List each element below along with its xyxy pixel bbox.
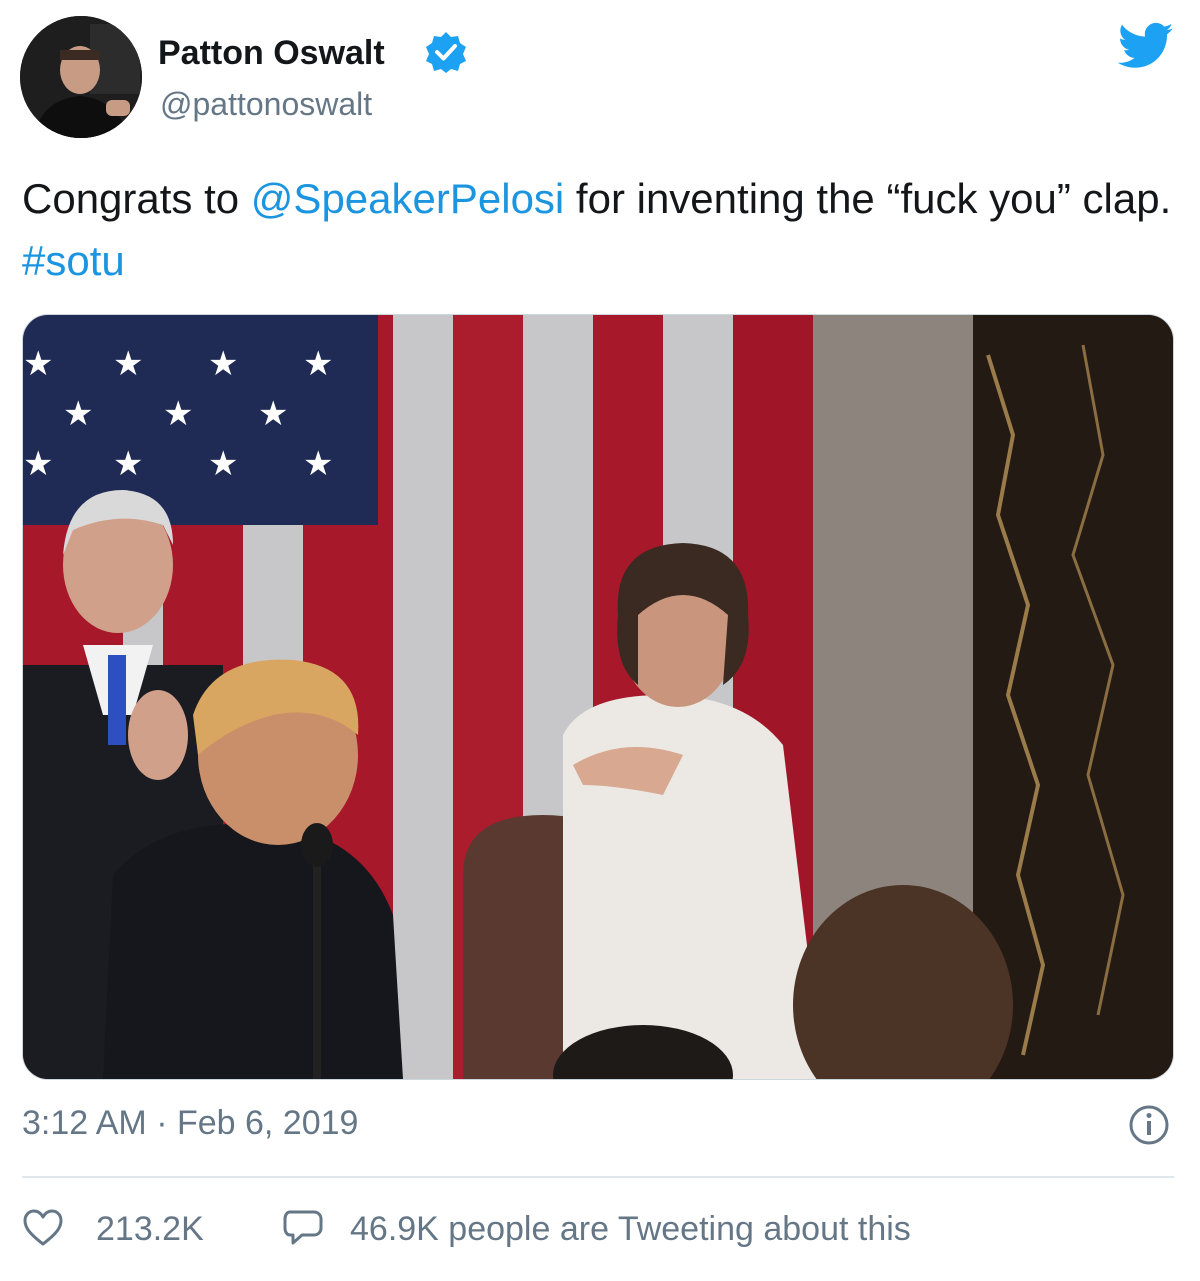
mention-link[interactable]: @SpeakerPelosi bbox=[251, 175, 564, 222]
svg-text:★: ★ bbox=[63, 394, 93, 434]
svg-text:★: ★ bbox=[208, 344, 238, 384]
svg-text:★: ★ bbox=[113, 444, 143, 484]
user-handle[interactable]: @pattonoswalt bbox=[160, 86, 372, 123]
like-count[interactable]: 213.2K bbox=[96, 1210, 204, 1249]
svg-text:★: ★ bbox=[208, 444, 238, 484]
divider bbox=[22, 1176, 1174, 1178]
heart-icon[interactable] bbox=[22, 1208, 64, 1248]
svg-text:★: ★ bbox=[258, 394, 288, 434]
svg-text:★: ★ bbox=[163, 394, 193, 434]
verified-badge-icon bbox=[424, 30, 468, 74]
display-name[interactable]: Patton Oswalt bbox=[158, 34, 385, 73]
svg-text:★: ★ bbox=[23, 344, 53, 384]
svg-text:★: ★ bbox=[113, 344, 143, 384]
tweet-text-part2: for inventing the “fuck you” clap. bbox=[564, 175, 1172, 222]
tweet-text-part1: Congrats to bbox=[22, 175, 251, 222]
svg-text:★: ★ bbox=[23, 444, 53, 484]
speech-bubble-icon[interactable] bbox=[282, 1208, 324, 1248]
avatar[interactable] bbox=[20, 16, 142, 138]
twitter-bird-icon[interactable] bbox=[1117, 22, 1174, 70]
svg-text:★: ★ bbox=[303, 444, 333, 484]
info-icon[interactable] bbox=[1128, 1104, 1170, 1146]
hashtag-link[interactable]: #sotu bbox=[22, 237, 125, 284]
tweet-text: Congrats to @SpeakerPelosi for inventing… bbox=[22, 168, 1172, 292]
tweet-timestamp[interactable]: 3:12 AM · Feb 6, 2019 bbox=[22, 1104, 358, 1143]
tweeting-about-link[interactable]: 46.9K people are Tweeting about this bbox=[350, 1210, 911, 1249]
tweet-card: Patton Oswalt @pattonoswalt Congrats to … bbox=[0, 0, 1200, 1281]
tweet-photo[interactable]: ★ ★ ★ ★ ★ ★ ★ ★ ★ ★ ★ bbox=[22, 314, 1174, 1080]
svg-text:★: ★ bbox=[303, 344, 333, 384]
